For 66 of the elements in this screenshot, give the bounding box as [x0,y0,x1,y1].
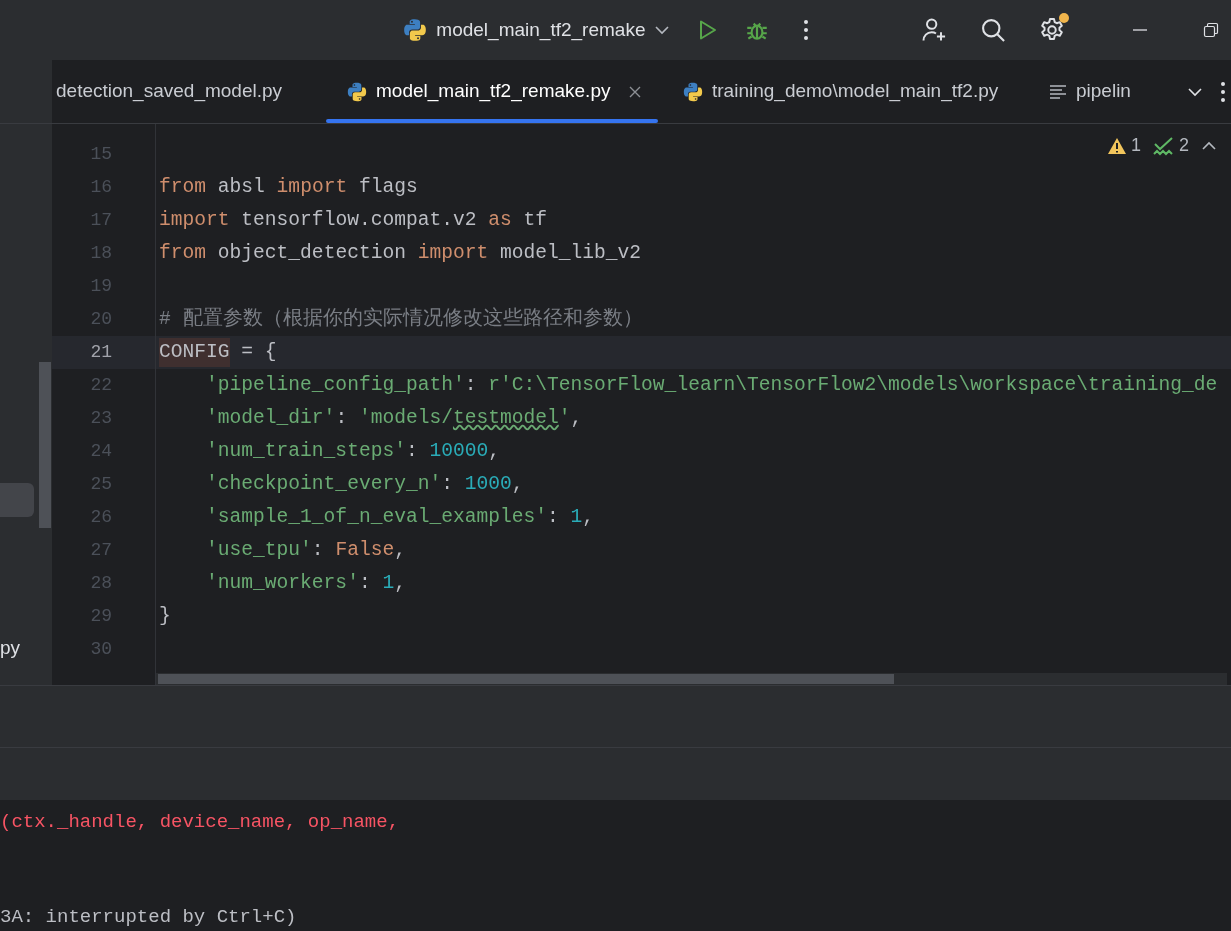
code-comment: # 配置参数（根据你的实际情况修改这些路径和参数） [159,306,643,332]
weak-warnings-indicator[interactable]: 2 [1153,132,1189,159]
code-token: from [159,240,207,266]
code-token: : [311,537,325,563]
code-token: 'num_train_steps' [206,438,406,464]
code-token: 1 [382,570,395,596]
code-token: 'checkpoint_every_n' [206,471,442,497]
code-token: absl [216,174,266,200]
code-token: flags [357,174,418,200]
code-token: import [417,240,489,266]
add-user-icon[interactable] [919,16,948,44]
code-token: 'num_workers' [206,570,359,596]
code-token: 'model_dir' [206,405,336,431]
scrollbar-thumb[interactable] [158,674,894,684]
code-token: : [547,504,560,530]
file-name-fragment[interactable]: py [0,634,21,663]
code-token: : [358,570,372,596]
code-token: 1 [570,504,583,530]
restore-window-icon[interactable] [1203,22,1220,38]
line-number: 21 [89,341,112,364]
run-configuration-selector[interactable]: model_main_tf2_remake [398,10,676,50]
code-token: r'C:\TensorFlow_learn\TensorFlow2\models\workspace\training_de [488,372,1218,398]
code-token: : [441,471,454,497]
code-token: CONFIG [159,337,230,368]
code-token: , [394,537,406,563]
editor-tab[interactable]: pipelin [1036,60,1154,123]
code-token: : [335,405,349,431]
python-icon [346,80,368,103]
warnings-indicator[interactable]: 1 [1106,132,1141,159]
console-output-line: (ctx._handle, device_name, op_name, [0,810,401,835]
code-token: tensorflow.compat.v2 [240,207,478,233]
code-token: from [159,174,207,200]
code-token: model_lib_v2 [499,240,642,266]
code-token: : [405,438,419,464]
code-token: 1000 [464,471,512,497]
code-token: 'pipeline_config_path' [206,372,465,398]
code-token: , [394,570,406,596]
code-token: testmodel [453,405,559,431]
code-token: , [511,471,524,497]
code-token: : [464,372,478,398]
code-token: object_detection [216,240,407,266]
code-token: , [570,405,583,431]
console-output-line: 3A: interrupted by Ctrl+C) [0,904,298,930]
code-token: as [488,207,512,233]
python-icon [402,17,429,43]
code-token: 'sample_1_of_n_eval_examples' [206,504,548,530]
more-tabs-icon[interactable] [1220,80,1226,103]
code-token: 'models/ [358,405,453,431]
editor-tab[interactable]: training_demo\model_main_tf2.py [658,60,1036,123]
code-token: 'use_tpu' [206,537,312,563]
code-token: = { [240,339,277,365]
code-token: import [276,174,348,200]
scrollbar-thumb[interactable] [39,362,51,528]
code-token: 10000 [429,438,489,464]
code-token: , [582,504,595,530]
more-options-icon[interactable] [803,19,810,41]
editor-tab[interactable]: detection_saved_model.py [52,60,326,123]
editor-tab[interactable]: model_main_tf2_remake.py [326,60,658,123]
python-icon [682,80,704,103]
close-icon[interactable] [628,84,643,99]
code-token: , [488,438,500,464]
code-token: ' [558,405,571,431]
code-token: import [159,207,230,233]
code-token: } [159,603,171,629]
code-token: False [335,537,395,563]
code-token: tf [522,207,548,233]
